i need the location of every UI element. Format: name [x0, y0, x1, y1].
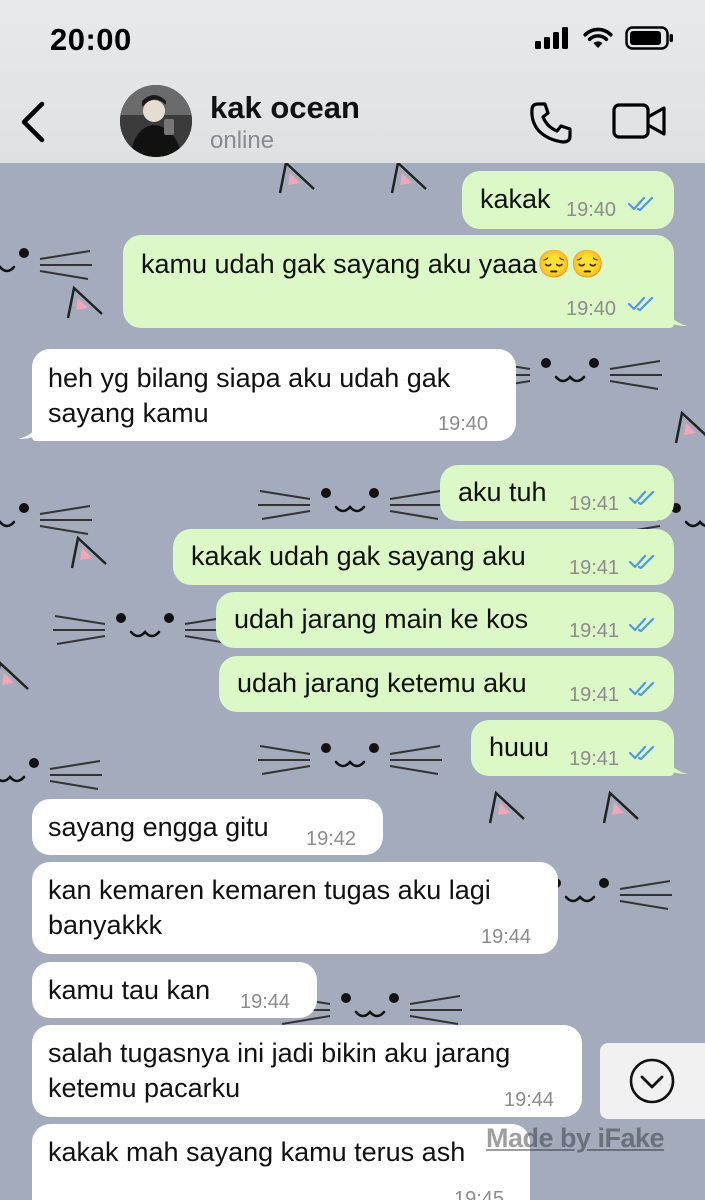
- message-time: 19:40: [566, 199, 617, 221]
- video-camera-icon[interactable]: [612, 101, 668, 141]
- status-icons: [535, 26, 675, 50]
- chat-header: 20:00 kak ocean online: [0, 0, 705, 163]
- message-text: kakak mah sayang kamu terus ash: [48, 1137, 466, 1167]
- message-text: sayang kamu: [48, 398, 209, 428]
- message-text: kan kemaren kemaren tugas aku lagi: [48, 875, 491, 905]
- phone-icon[interactable]: [528, 100, 574, 146]
- double-check-icon: [629, 554, 655, 570]
- double-check-icon: [629, 681, 655, 697]
- message-text: udah jarang ketemu aku: [237, 668, 527, 698]
- contact-status: online: [210, 127, 275, 154]
- double-check-icon: [629, 617, 655, 633]
- double-check-icon: [628, 196, 654, 212]
- wifi-icon: [583, 27, 613, 48]
- battery-icon: [625, 26, 673, 50]
- message-time: 19:40: [438, 413, 489, 435]
- message-text: banyakkk: [48, 910, 163, 940]
- message-outgoing[interactable]: kakak 19:40: [462, 171, 674, 229]
- message-text: salah tugasnya ini jadi bikin aku jarang: [48, 1038, 511, 1068]
- avatar-photo: [120, 85, 192, 157]
- message-text: sayang engga gitu: [48, 812, 269, 842]
- chevron-left-icon[interactable]: [14, 98, 54, 146]
- message-time: 19:41: [569, 748, 620, 770]
- chat-area[interactable]: kakak 19:40 kamu udah gak sayang aku yaa…: [0, 163, 705, 1200]
- signal-icon: [535, 27, 568, 49]
- message-text: udah jarang main ke kos: [234, 604, 529, 634]
- double-check-icon: [629, 490, 655, 506]
- message-incoming[interactable]: salah tugasnya ini jadi bikin aku jarang…: [32, 1025, 582, 1117]
- message-incoming[interactable]: kakak mah sayang kamu terus ash 19:45: [32, 1124, 530, 1200]
- message-time: 19:44: [481, 926, 532, 948]
- message-text: kakak udah gak sayang aku: [191, 541, 526, 571]
- message-time: 19:41: [569, 684, 620, 706]
- chevron-down-icon: [629, 1058, 675, 1104]
- status-time: 20:00: [50, 22, 132, 57]
- avatar[interactable]: [120, 85, 192, 157]
- message-outgoing[interactable]: kamu udah gak sayang aku yaaa😔😔 19:40: [123, 235, 674, 328]
- message-time: 19:42: [306, 828, 357, 850]
- message-incoming[interactable]: kan kemaren kemaren tugas aku lagi banya…: [32, 862, 558, 954]
- message-text: huuu: [489, 732, 550, 762]
- message-text: aku tuh: [458, 477, 547, 507]
- message-text: kamu tau kan: [48, 975, 211, 1005]
- message-incoming[interactable]: sayang engga gitu 19:42: [32, 799, 383, 855]
- watermark: Made by iFake: [486, 1123, 665, 1153]
- message-time: 19:41: [569, 620, 620, 642]
- message-text: kamu udah gak sayang aku yaaa😔😔: [141, 249, 605, 279]
- message-time: 19:44: [504, 1089, 555, 1111]
- double-check-icon: [628, 296, 654, 312]
- message-incoming[interactable]: kamu tau kan 19:44: [32, 962, 317, 1018]
- message-outgoing[interactable]: aku tuh 19:41: [440, 465, 674, 521]
- message-outgoing[interactable]: udah jarang ketemu aku 19:41: [219, 656, 674, 712]
- message-time: 19:41: [569, 493, 620, 515]
- message-outgoing[interactable]: kakak udah gak sayang aku 19:41: [173, 529, 674, 585]
- message-outgoing[interactable]: huuu 19:41: [471, 720, 674, 776]
- message-outgoing[interactable]: udah jarang main ke kos 19:41: [216, 592, 674, 648]
- message-incoming[interactable]: heh yg bilang siapa aku udah gak sayang …: [32, 349, 516, 441]
- message-time: 19:41: [569, 557, 620, 579]
- message-time: 19:44: [240, 991, 291, 1013]
- message-text: kakak: [480, 184, 551, 214]
- message-time: 19:40: [566, 298, 617, 320]
- message-text: ketemu pacarku: [48, 1073, 241, 1103]
- contact-name[interactable]: kak ocean: [210, 90, 360, 126]
- scroll-to-bottom-button[interactable]: [600, 1043, 705, 1119]
- message-time: 19:45: [454, 1188, 505, 1200]
- double-check-icon: [629, 745, 655, 761]
- message-text: heh yg bilang siapa aku udah gak: [48, 363, 451, 393]
